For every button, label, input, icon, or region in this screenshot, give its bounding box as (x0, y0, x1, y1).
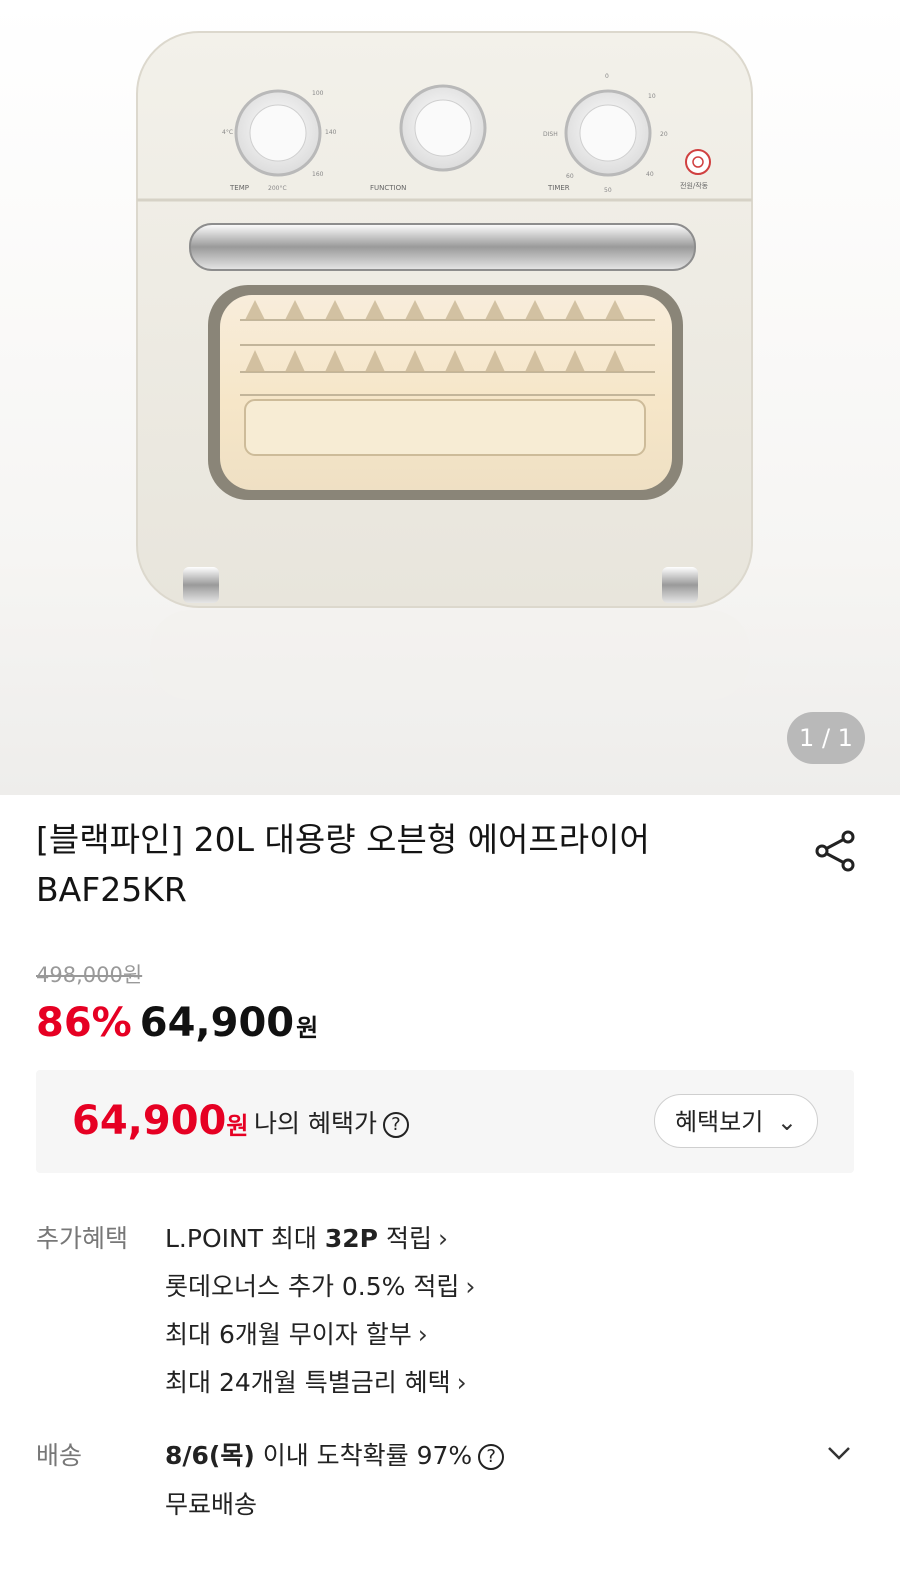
product-title-line1: [블랙파인] 20L 대용량 오븐형 에어프라이어 (36, 820, 650, 859)
sale-price-currency: 원 (296, 1014, 319, 1042)
chevron-right-icon: › (417, 1320, 428, 1349)
power-label: 전원/작동 (680, 181, 709, 190)
timer-scale-0: 0 (605, 73, 609, 80)
my-benefit-price-box: 64,900원 나의 혜택가? 혜택보기 ⌄ (36, 1070, 854, 1173)
temp-label: TEMP (229, 184, 249, 192)
original-price: 498,000원 (36, 963, 143, 987)
chevron-down-icon[interactable] (824, 1438, 854, 1468)
shipping-date: 8/6(목) (165, 1441, 255, 1470)
shipping-fee: 무료배송 (165, 1490, 258, 1519)
product-title-row: [블랙파인] 20L 대용량 오븐형 에어프라이어 BAF25KR (0, 795, 900, 927)
extra-benefit-special-rate[interactable]: 최대 24개월 특별금리 혜택 › (165, 1363, 467, 1399)
chevron-right-icon: › (437, 1224, 448, 1253)
temp-scale-100: 100 (312, 90, 324, 97)
timer-label: TIMER (547, 184, 570, 192)
shipping-label: 배송 (36, 1441, 83, 1470)
timer-scale-60: 60 (566, 173, 574, 180)
temp-scale-200c: 200°C (268, 185, 287, 192)
sale-price-line: 86% 64,900 원 (36, 1000, 318, 1046)
installment-text: 최대 6개월 무이자 할부 (165, 1320, 412, 1349)
timer-scale-40: 40 (646, 171, 654, 178)
lpoint-text: L.POINT 최대 (165, 1224, 325, 1253)
shipping-arrival: 8/6(목) 이내 도착확률 97%? (165, 1436, 505, 1472)
share-icon[interactable] (814, 829, 858, 873)
timer-scale-10: 10 (648, 93, 656, 100)
benefit-price-value: 64,900 (72, 1098, 227, 1144)
lpoint-suffix: 적립 (378, 1224, 432, 1253)
function-label: FUNCTION (370, 184, 406, 192)
lpoint-amount: 32P (324, 1224, 378, 1253)
extra-benefit-lotte-bonus[interactable]: 롯데오너스 추가 0.5% 적립 › (165, 1267, 475, 1303)
price-block: 498,000원 86% 64,900 원 (36, 960, 318, 1046)
benefit-label: 나의 혜택가? (254, 1104, 409, 1140)
product-image-gallery[interactable]: TEMP FUNCTION TIMER 전원/작동 100 140 4°C 16… (0, 0, 900, 795)
air-fryer-oven-image: TEMP FUNCTION TIMER 전원/작동 100 140 4°C 16… (136, 31, 753, 700)
temp-scale-140: 140 (325, 129, 337, 136)
chevron-right-icon: › (465, 1272, 476, 1301)
help-icon[interactable]: ? (478, 1444, 505, 1470)
timer-scale-50: 50 (604, 187, 612, 194)
view-benefits-label: 혜택보기 (674, 1108, 764, 1136)
temp-scale-160: 160 (312, 171, 324, 178)
chevron-right-icon: › (456, 1368, 467, 1397)
help-icon[interactable]: ? (382, 1112, 409, 1138)
temp-scale-4c: 4°C (222, 129, 233, 136)
chevron-down-icon: ⌄ (776, 1108, 798, 1136)
image-pager: 1 / 1 (787, 712, 865, 764)
discount-rate: 86% (36, 1000, 132, 1046)
extra-benefit-lpoint[interactable]: L.POINT 최대 32P 적립 › (165, 1219, 448, 1255)
lotte-bonus-text: 롯데오너스 추가 0.5% 적립 (165, 1272, 460, 1301)
product-title: [블랙파인] 20L 대용량 오븐형 에어프라이어 BAF25KR (36, 815, 736, 915)
shipping-probability: 이내 도착확률 97% (254, 1441, 473, 1470)
extra-benefits-label: 추가혜택 (36, 1224, 129, 1253)
benefit-label-text: 나의 혜택가 (254, 1109, 377, 1138)
benefit-price-currency: 원 (226, 1112, 249, 1140)
benefit-price: 64,900원 (72, 1098, 248, 1144)
extra-benefit-installment[interactable]: 최대 6개월 무이자 할부 › (165, 1315, 428, 1351)
product-title-line2: BAF25KR (36, 870, 187, 909)
view-benefits-button[interactable]: 혜택보기 ⌄ (654, 1094, 818, 1148)
timer-scale-dish: DISH (543, 131, 558, 138)
special-rate-text: 최대 24개월 특별금리 혜택 (165, 1368, 451, 1397)
timer-scale-20: 20 (660, 131, 668, 138)
sale-price: 64,900 (139, 1000, 295, 1046)
